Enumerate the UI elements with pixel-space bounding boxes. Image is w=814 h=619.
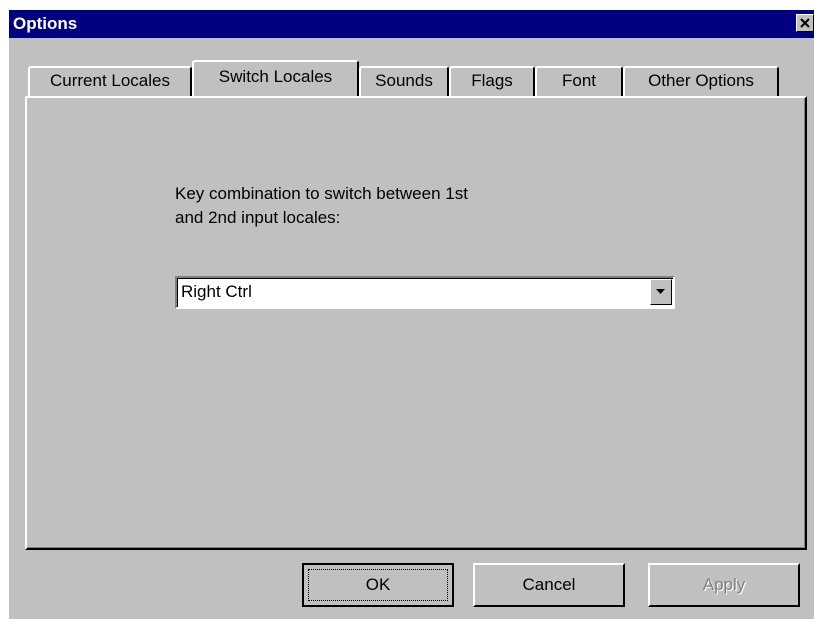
description-line-1: Key combination to switch between 1st — [175, 184, 468, 203]
key-combination-select[interactable]: Right Ctrl — [175, 276, 675, 309]
title-bar[interactable]: Options — [9, 10, 814, 38]
apply-button[interactable]: Apply — [648, 563, 800, 607]
close-icon — [800, 18, 810, 28]
tab-label: Other Options — [648, 71, 754, 90]
chevron-down-icon — [656, 289, 665, 294]
tab-sounds[interactable]: Sounds — [359, 66, 449, 96]
description-line-2: and 2nd input locales: — [175, 208, 341, 227]
tab-other-options[interactable]: Other Options — [623, 66, 779, 96]
apply-label: Apply — [702, 575, 746, 594]
tab-label: Switch Locales — [218, 67, 333, 86]
combo-selected-value: Right Ctrl — [181, 282, 252, 301]
tab-label: Sounds — [375, 71, 433, 90]
tab-panel: Key combination to switch between 1st an… — [25, 96, 807, 550]
tab-flags[interactable]: Flags — [449, 66, 535, 96]
cancel-button[interactable]: Cancel — [473, 563, 625, 607]
tab-label: Flags — [471, 71, 513, 90]
key-combination-label: Key combination to switch between 1st an… — [175, 182, 468, 230]
ok-button[interactable]: OK — [302, 563, 454, 607]
focus-rectangle — [308, 569, 448, 601]
tab-label: Font — [561, 71, 597, 90]
tab-label: Current Locales — [49, 71, 170, 90]
tab-current-locales[interactable]: Current Locales — [28, 66, 192, 96]
tab-font[interactable]: Font — [535, 66, 623, 96]
options-dialog: Options Current Locales Switch Locales S… — [9, 10, 814, 619]
close-button[interactable] — [796, 14, 814, 32]
tab-switch-locales[interactable]: Switch Locales — [192, 60, 359, 96]
dropdown-button[interactable] — [650, 279, 672, 305]
cancel-label: Cancel — [522, 575, 576, 594]
window-title: Options — [13, 14, 78, 33]
